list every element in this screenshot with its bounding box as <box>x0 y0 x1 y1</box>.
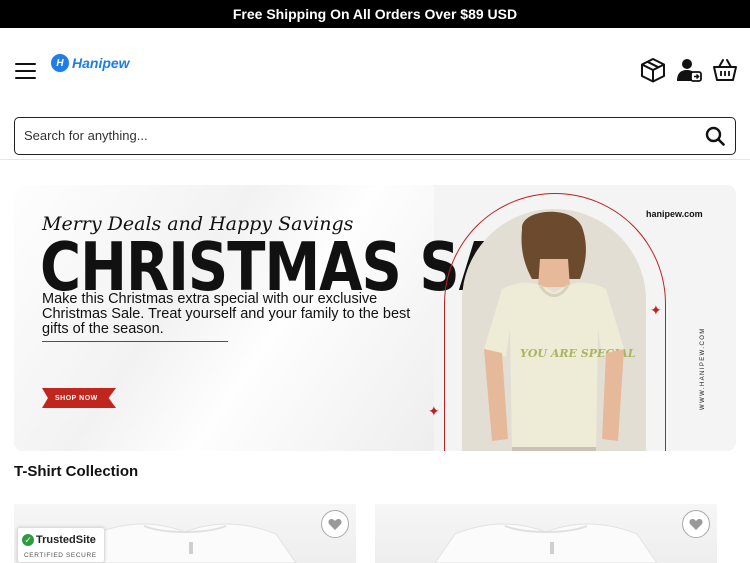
model-photo: YOU ARE SPECIAL <box>462 209 646 451</box>
product-image <box>375 504 717 563</box>
heart-icon <box>328 518 342 530</box>
site-header: H Hanipew <box>0 28 750 160</box>
banner-url: hanipew.com <box>646 209 703 219</box>
wishlist-button[interactable] <box>682 510 710 538</box>
heart-icon <box>689 518 703 530</box>
menu-icon[interactable] <box>15 63 36 79</box>
package-icon[interactable] <box>640 57 666 83</box>
checkmark-icon: ✓ <box>22 534 34 546</box>
trust-badge-name: TrustedSite <box>36 534 96 546</box>
shop-now-button[interactable]: SHOP NOW <box>42 388 116 408</box>
banner-vertical-url: WWW.HANIPEW.COM <box>700 327 706 410</box>
tshirt-thumbnail <box>434 523 658 563</box>
sparkle-icon: ✦ <box>650 302 662 318</box>
banner-description: Make this Christmas extra special with o… <box>42 291 411 337</box>
tshirt-model-image: YOU ARE SPECIAL <box>462 209 646 451</box>
account-icon[interactable] <box>676 57 702 83</box>
collection-title: T-Shirt Collection <box>14 463 139 480</box>
cart-icon[interactable] <box>712 57 738 83</box>
logo-text: Hanipew <box>72 55 130 71</box>
trust-badge-sub: CERTIFIED SECURE <box>24 552 97 559</box>
sparkle-icon: ✦ <box>428 403 440 419</box>
logo-mark-icon: H <box>51 54 69 72</box>
search-icon[interactable] <box>705 126 725 146</box>
trustedsite-badge[interactable]: ✓ TrustedSite CERTIFIED SECURE <box>17 527 105 563</box>
product-card[interactable] <box>375 504 717 563</box>
announcement-text: Free Shipping On All Orders Over $89 USD <box>232 6 518 22</box>
banner-divider <box>42 341 228 342</box>
announcement-bar: Free Shipping On All Orders Over $89 USD <box>0 0 750 28</box>
hero-banner[interactable]: Merry Deals and Happy Savings CHRISTMAS … <box>14 185 736 451</box>
search-input[interactable] <box>24 118 684 153</box>
wishlist-button[interactable] <box>321 510 349 538</box>
search-bar <box>14 117 736 155</box>
site-logo[interactable]: H Hanipew <box>51 54 130 72</box>
